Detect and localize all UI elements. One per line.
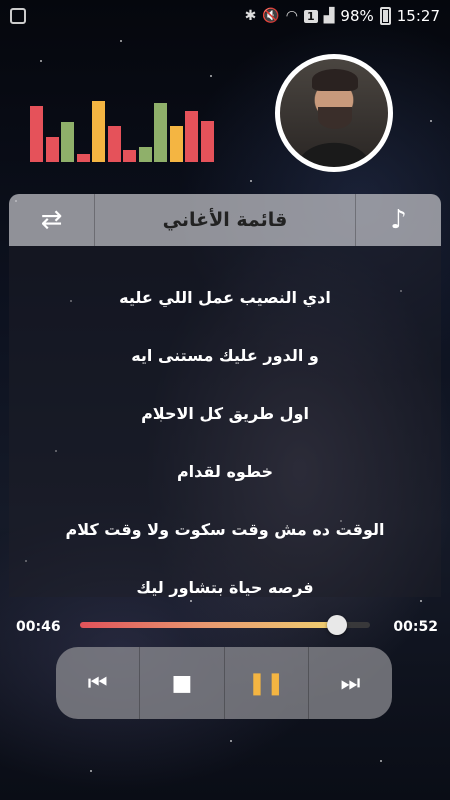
lyric-line: فرصه حياة بتشاور ليك bbox=[136, 577, 314, 597]
seek-bar[interactable] bbox=[80, 615, 370, 635]
visualizer-bar bbox=[45, 137, 59, 162]
next-button[interactable]: ⏭ bbox=[307, 647, 392, 719]
visualizer-bar bbox=[76, 154, 90, 162]
pause-icon: ❚❚ bbox=[247, 670, 285, 696]
playlist-title[interactable]: قائمة الأغاني bbox=[95, 194, 355, 246]
audio-visualizer bbox=[30, 96, 216, 162]
lyric-line: ادي النصيب عمل اللي عليه bbox=[119, 287, 331, 307]
playlist-header: ⇄ قائمة الأغاني ♪ bbox=[9, 194, 441, 246]
battery-icon bbox=[379, 7, 391, 25]
visualizer-bar bbox=[138, 147, 152, 162]
visualizer-bar bbox=[92, 101, 105, 162]
bluetooth-icon: ✱ bbox=[244, 8, 257, 24]
signal-icon: ▟ bbox=[323, 8, 335, 24]
lyric-line: الوقت ده مش وقت سكوت ولا وقت كلام bbox=[65, 519, 385, 539]
mute-icon: 🔇 bbox=[262, 8, 280, 24]
seek-thumb[interactable] bbox=[326, 615, 347, 635]
music-button[interactable]: ♪ bbox=[355, 194, 441, 246]
visualizer-bar bbox=[169, 126, 183, 162]
lyric-line: اول طريق كل الاحلام bbox=[141, 403, 309, 423]
battery-percent: 98% bbox=[340, 7, 374, 25]
clock: 15:27 bbox=[396, 7, 440, 25]
lyric-line: خطوه لقدام bbox=[176, 461, 274, 481]
stop-button[interactable]: ■ bbox=[139, 647, 223, 719]
repeat-button[interactable]: ⇄ bbox=[9, 194, 95, 246]
artist-avatar bbox=[275, 54, 393, 172]
notification-icon bbox=[10, 8, 26, 24]
wifi-icon: ◠ bbox=[285, 8, 298, 24]
stop-icon: ■ bbox=[171, 670, 193, 696]
avatar-hair bbox=[312, 69, 358, 91]
total-time: 00:52 bbox=[393, 619, 438, 635]
seek-bar-progress bbox=[80, 622, 337, 628]
visualizer-bar bbox=[154, 103, 167, 162]
sim-badge: 1 bbox=[303, 9, 318, 23]
status-bar: ✱ 🔇 ◠ 1 ▟ 98% 15:27 bbox=[0, 0, 450, 32]
skip-previous-icon: ⏮ bbox=[87, 670, 108, 696]
visualizer-bar bbox=[123, 150, 136, 162]
skip-next-icon: ⏭ bbox=[340, 670, 361, 696]
music-note-icon: ♪ bbox=[390, 205, 407, 235]
visualizer-bar bbox=[200, 121, 214, 162]
visualizer-bar bbox=[61, 122, 74, 162]
current-time: 00:46 bbox=[16, 619, 61, 635]
playback-controls: ⏮ ■ ❚❚ ⏭ bbox=[56, 647, 392, 719]
visualizer-bar bbox=[185, 111, 198, 162]
lyric-line: و الدور عليك مستنى ايه bbox=[131, 345, 319, 365]
lyrics-panel[interactable]: ادي النصيب عمل اللي عليه و الدور عليك مس… bbox=[9, 246, 441, 597]
visualizer-bar bbox=[30, 106, 43, 162]
visualizer-bar bbox=[107, 126, 121, 162]
repeat-icon: ⇄ bbox=[40, 205, 63, 235]
avatar-beard bbox=[318, 107, 352, 129]
previous-button[interactable]: ⏮ bbox=[56, 647, 139, 719]
pause-button[interactable]: ❚❚ bbox=[223, 647, 308, 719]
